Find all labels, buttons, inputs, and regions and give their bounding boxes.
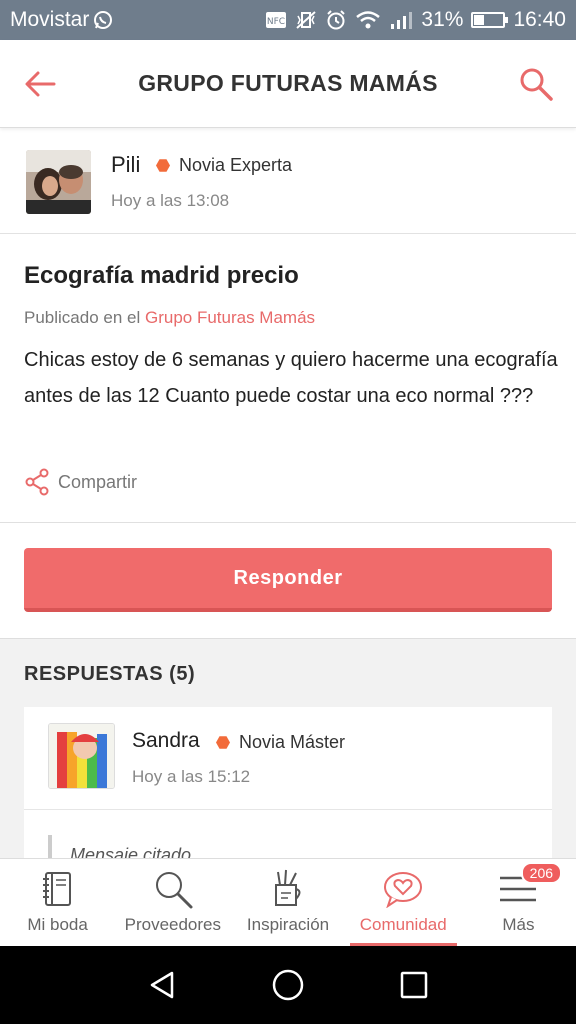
divider bbox=[0, 522, 576, 523]
author-badge: Novia Experta bbox=[156, 155, 292, 176]
nfc-icon: NFC bbox=[265, 10, 287, 30]
nav-label: Más bbox=[502, 915, 535, 934]
nav-item-comunidad[interactable]: Comunidad bbox=[346, 859, 461, 946]
svg-text:NFC: NFC bbox=[267, 17, 285, 27]
nav-item-proveedores[interactable]: Proveedores bbox=[115, 859, 230, 946]
alarm-icon bbox=[325, 9, 347, 31]
answer-badge-label: Novia Máster bbox=[239, 732, 346, 752]
post-meta: Publicado en el Grupo Futuras Mamás bbox=[24, 308, 315, 328]
magnifier-icon bbox=[155, 872, 193, 909]
nav-item-mas[interactable]: 206 Más bbox=[461, 859, 576, 946]
battery-fill bbox=[474, 15, 484, 25]
share-button[interactable]: Compartir bbox=[24, 468, 137, 496]
nav-label: Inspiración bbox=[246, 915, 330, 934]
system-back-icon[interactable] bbox=[147, 970, 177, 1000]
carrier: Movistar bbox=[10, 8, 113, 32]
signal-icon bbox=[389, 10, 413, 30]
author-name[interactable]: Pili bbox=[111, 152, 140, 178]
notebook-icon bbox=[42, 872, 71, 906]
author-badge-label: Novia Experta bbox=[179, 155, 293, 175]
wifi-icon bbox=[355, 10, 381, 30]
search-button[interactable] bbox=[496, 40, 576, 128]
app-header: GRUPO FUTURAS MAMÁS bbox=[0, 40, 576, 128]
carrier-name: Movistar bbox=[10, 8, 90, 31]
system-home-icon[interactable] bbox=[271, 968, 305, 1002]
share-label: Compartir bbox=[58, 471, 138, 492]
published-prefix: Publicado en el bbox=[24, 308, 145, 327]
nav-label: Mi boda bbox=[27, 915, 88, 934]
clock: 16:40 bbox=[513, 8, 566, 31]
answer-card: Sandra Novia Máster Hoy a las 15:12 Mens… bbox=[24, 707, 552, 860]
quoted-message: Mensaje citado bbox=[48, 835, 191, 860]
bottom-nav: Mi boda Proveedores Inspiración Comunida… bbox=[0, 858, 576, 946]
page-title: GRUPO FUTURAS MAMÁS bbox=[138, 70, 438, 96]
system-nav-bar bbox=[0, 946, 576, 1024]
nav-item-inspiracion[interactable]: Inspiración bbox=[230, 859, 345, 946]
nav-label: Comunidad bbox=[359, 915, 447, 934]
post-author: Pili Novia Experta Hoy a las 13:08 bbox=[0, 130, 576, 234]
share-icon bbox=[25, 468, 49, 496]
back-arrow-icon bbox=[25, 71, 56, 96]
system-recents-icon[interactable] bbox=[399, 970, 429, 1000]
battery-icon bbox=[471, 12, 509, 28]
answer-author-badge: Novia Máster bbox=[216, 732, 345, 753]
search-icon bbox=[520, 68, 553, 101]
post-time: Hoy a las 13:08 bbox=[111, 191, 230, 210]
notification-count-badge: 206 bbox=[520, 862, 563, 884]
heart-chat-icon bbox=[384, 872, 423, 908]
status-icons: NFC 31% 16:40 bbox=[265, 8, 566, 32]
reply-button[interactable]: Responder bbox=[24, 548, 552, 612]
hexagon-badge-icon bbox=[216, 736, 230, 749]
whatsapp-icon bbox=[93, 10, 113, 30]
group-link[interactable]: Grupo Futuras Mamás bbox=[145, 308, 315, 327]
back-button[interactable] bbox=[0, 40, 80, 128]
divider bbox=[24, 809, 552, 810]
answers-section: RESPUESTAS (5) Sandra Novia Máster Hoy a… bbox=[0, 638, 576, 860]
answers-heading: RESPUESTAS (5) bbox=[24, 663, 196, 685]
post-body: Chicas estoy de 6 semanas y quiero hacer… bbox=[24, 349, 558, 407]
avatar[interactable] bbox=[48, 723, 115, 789]
vibrate-icon bbox=[295, 10, 317, 30]
hexagon-badge-icon bbox=[156, 159, 170, 172]
battery-percent: 31% bbox=[421, 8, 464, 31]
status-bar: Movistar NFC 31% 16:40 bbox=[0, 0, 576, 40]
answer-author-name[interactable]: Sandra bbox=[132, 729, 200, 753]
answer-time: Hoy a las 15:12 bbox=[132, 767, 251, 786]
nav-item-mi-boda[interactable]: Mi boda bbox=[0, 859, 115, 946]
brushes-cup-icon bbox=[275, 869, 301, 906]
post-title: Ecografía madrid precio bbox=[24, 262, 299, 289]
nav-label: Proveedores bbox=[124, 915, 221, 934]
avatar[interactable] bbox=[26, 150, 91, 214]
